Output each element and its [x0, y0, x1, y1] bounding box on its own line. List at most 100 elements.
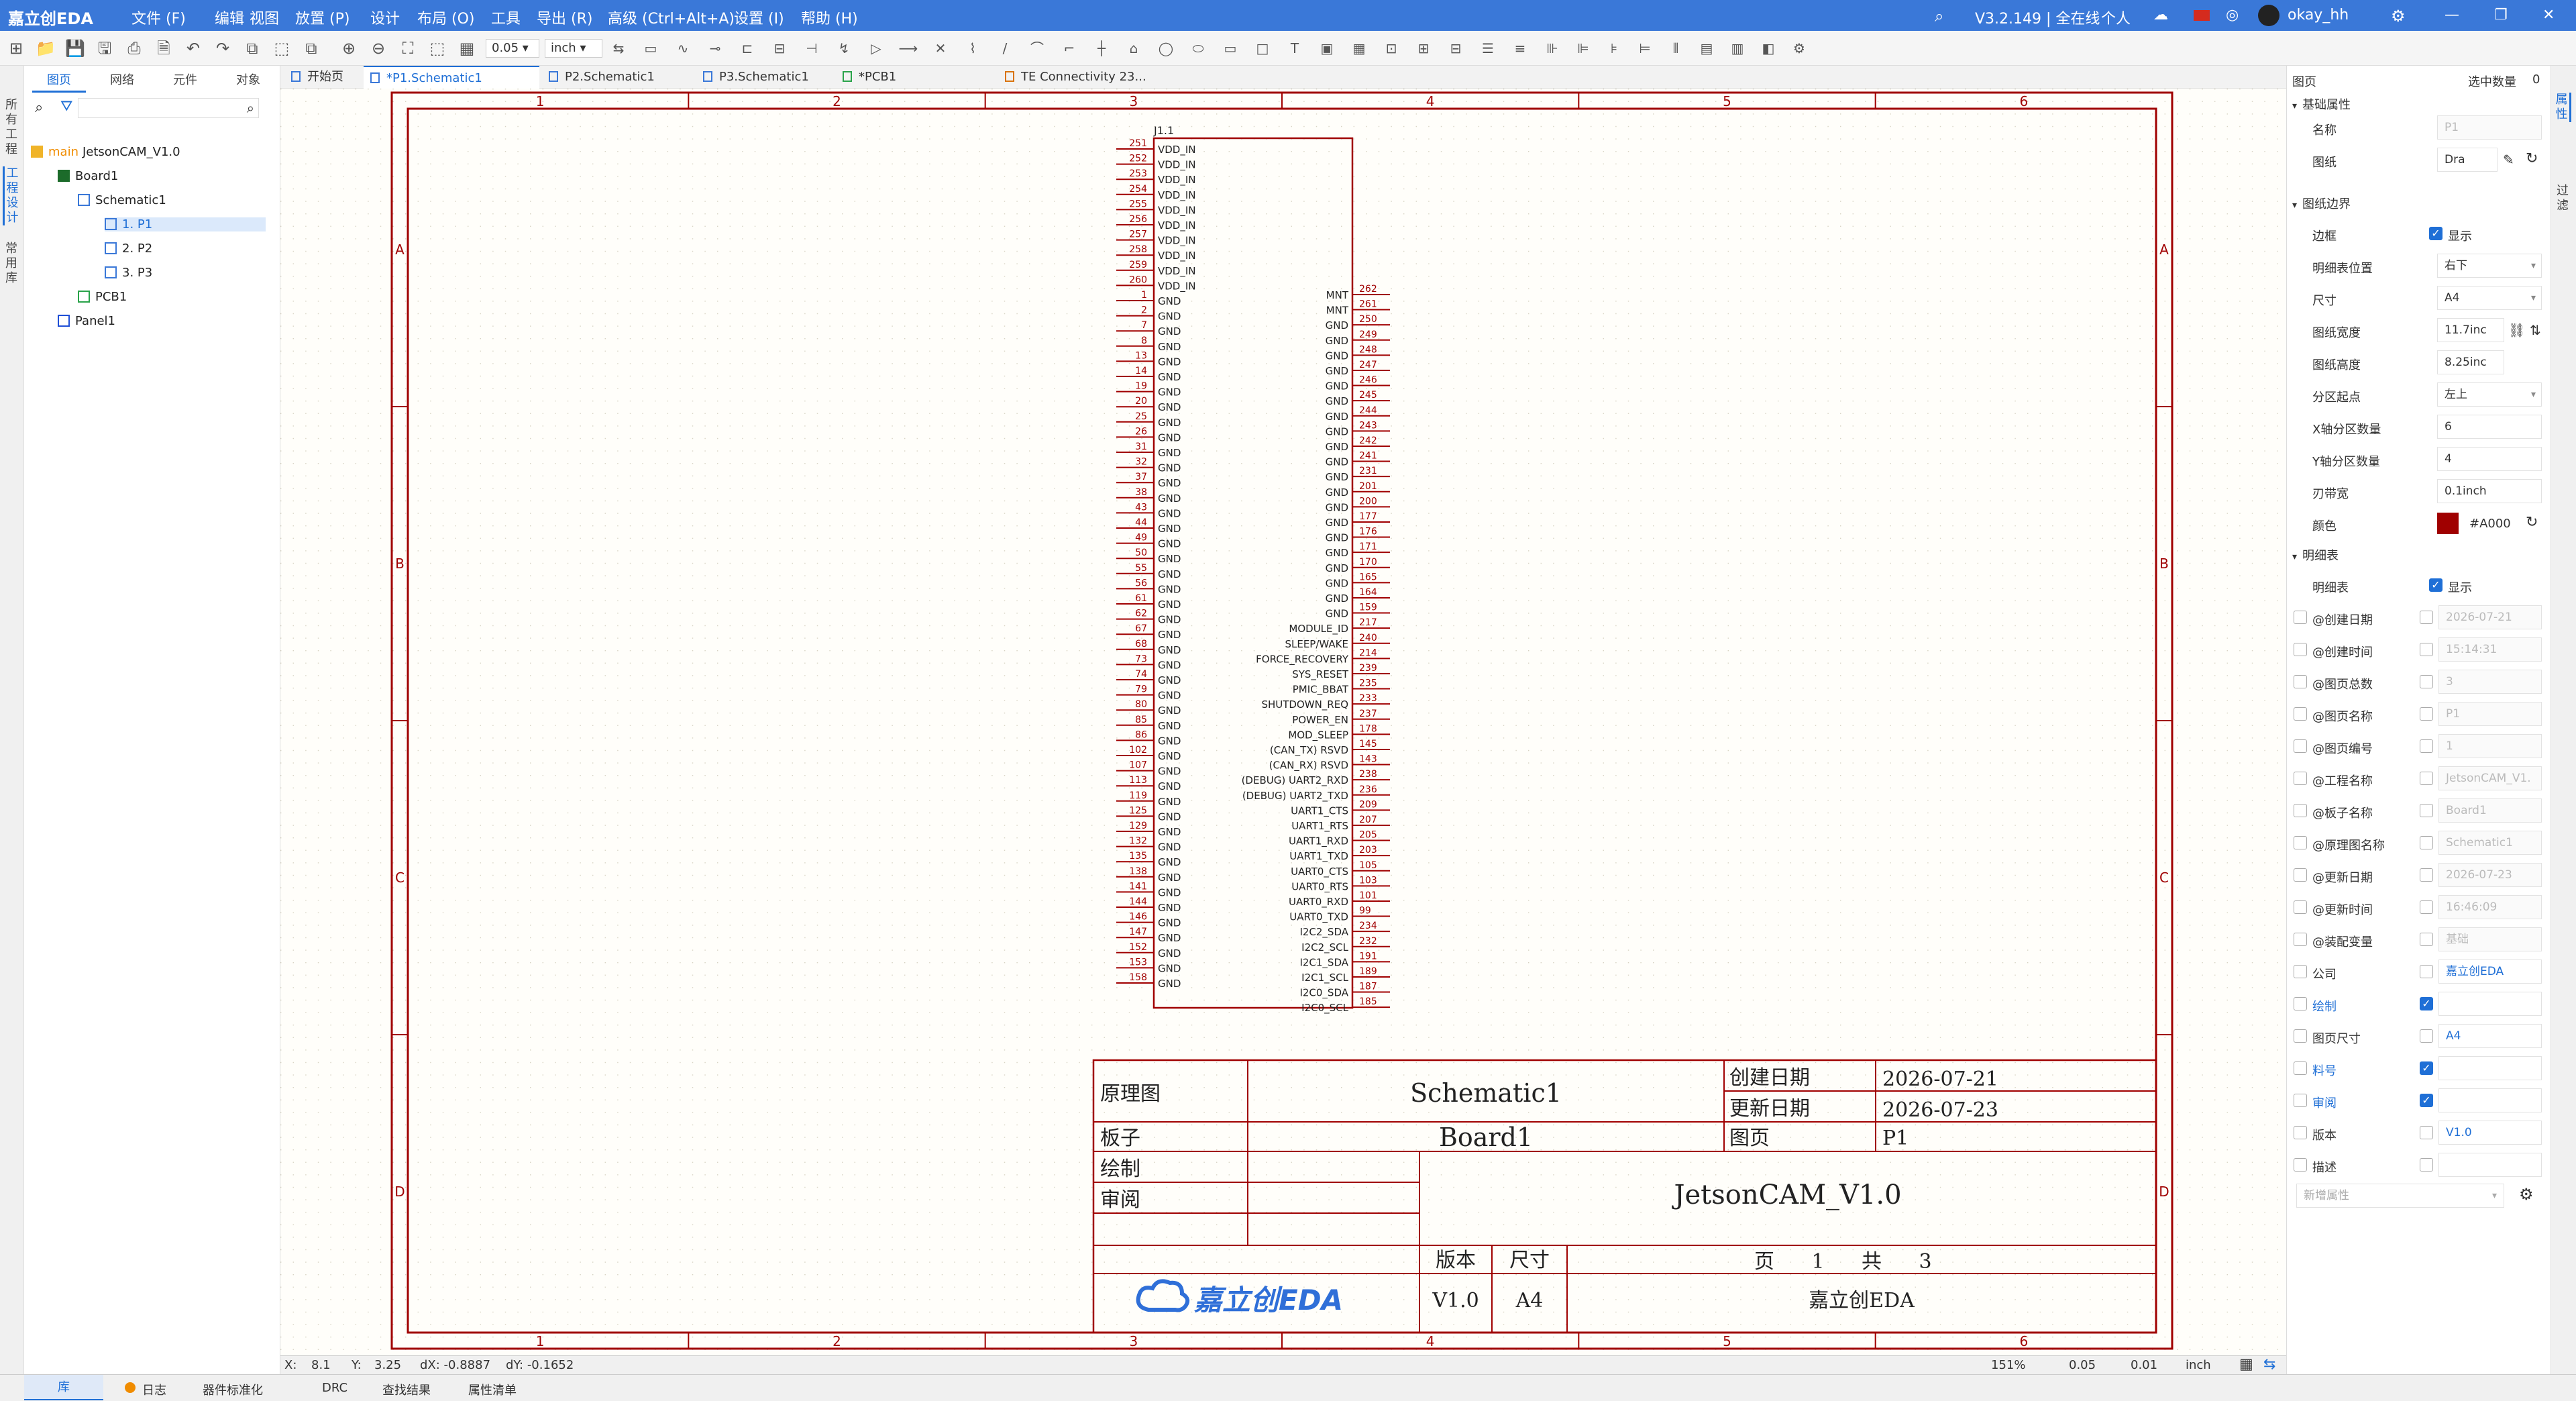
tab-filter[interactable]: 过滤	[2554, 184, 2571, 213]
tool-icon-5[interactable]: ⊟	[769, 38, 790, 59]
tool-icon-6[interactable]: ⊣	[801, 38, 822, 59]
doc-tab-2[interactable]: P2.Schematic1	[542, 66, 694, 89]
unit-readout[interactable]: inch	[2186, 1358, 2211, 1372]
field-value[interactable]: JetsonCAM_V1.	[2438, 766, 2542, 790]
tree-item[interactable]: 1. P1	[105, 217, 266, 231]
tree-item[interactable]: Board1	[58, 169, 118, 183]
tool-icon-0[interactable]: ⇆	[608, 38, 629, 59]
menu-item-9[interactable]: 设置 (I)	[734, 7, 784, 28]
tab-nets[interactable]: 网络	[95, 68, 149, 93]
tool-icon-22[interactable]: ▣	[1316, 38, 1338, 59]
tab-pages[interactable]: 图页	[32, 68, 86, 93]
field-show-checkbox[interactable]	[2420, 643, 2433, 656]
field-show-checkbox[interactable]	[2420, 900, 2433, 914]
cloud-icon[interactable]: ☁	[2153, 7, 2168, 23]
field-value[interactable]: 15:14:31	[2438, 637, 2542, 662]
tool-icon-12[interactable]: /	[994, 38, 1016, 59]
print-icon[interactable]: ⎙	[123, 38, 145, 59]
schematic-canvas[interactable]: 1 1 2 2 3 3 4 4 5 5 6 6 A A B B C C D D J1.1 251 VDD_IN 252 VDD_…	[280, 89, 2286, 1355]
grid-readout[interactable]: 0.05	[2069, 1358, 2096, 1372]
zoom-out-icon[interactable]: ⊖	[368, 38, 389, 59]
field-show-checkbox[interactable]	[2420, 772, 2433, 785]
open-icon[interactable]: 📁	[35, 38, 56, 59]
field-value[interactable]: 嘉立创EDA	[2438, 959, 2542, 984]
tool-icon-15[interactable]: ┼	[1091, 38, 1112, 59]
field-checkbox[interactable]	[2294, 868, 2307, 882]
field-value[interactable]: 2026-07-21	[2438, 605, 2542, 629]
property-value[interactable]: 4	[2437, 447, 2542, 471]
copy-icon[interactable]: 🗎	[153, 38, 174, 59]
search-icon[interactable]: ⌕	[1935, 7, 1943, 25]
field-show-checkbox[interactable]: ✓	[2420, 1094, 2433, 1107]
avatar[interactable]	[2258, 5, 2279, 26]
tool-icon-2[interactable]: ∿	[672, 38, 694, 59]
field-value[interactable]: A4	[2438, 1024, 2542, 1048]
tree-item[interactable]: 3. P3	[105, 266, 152, 280]
menu-item-1[interactable]: 编辑	[215, 7, 244, 28]
tab-components[interactable]: 元件	[158, 68, 212, 93]
tool-icon-36[interactable]: ◧	[1758, 38, 1779, 59]
field-value[interactable]	[2438, 1088, 2542, 1112]
tool-icon-32[interactable]: ⊨	[1634, 38, 1656, 59]
field-value[interactable]	[2438, 1056, 2542, 1080]
menu-item-6[interactable]: 工具	[491, 7, 521, 28]
tool-icon-19[interactable]: ▭	[1220, 38, 1241, 59]
tool-icon-34[interactable]: ▤	[1696, 38, 1717, 59]
menu-item-3[interactable]: 放置 (P)	[295, 7, 350, 28]
field-value[interactable]: V1.0	[2438, 1121, 2542, 1145]
field-value[interactable]: Board1	[2438, 798, 2542, 823]
menu-item-10[interactable]: 帮助 (H)	[801, 7, 858, 28]
menu-item-0[interactable]: 文件 (F)	[131, 7, 186, 28]
tool-icon-31[interactable]: ⊧	[1603, 38, 1625, 59]
field-value[interactable]: 3	[2438, 670, 2542, 694]
tab-log[interactable]: 日志	[142, 1381, 166, 1398]
flag-icon[interactable]	[2194, 10, 2210, 21]
tool-icon-10[interactable]: ✕	[930, 38, 951, 59]
tree-search-input[interactable]: ⌕	[78, 98, 259, 118]
tool-icon-21[interactable]: T	[1284, 38, 1305, 59]
swap-icon[interactable]: ⇅	[2530, 322, 2541, 338]
field-checkbox[interactable]	[2294, 1158, 2307, 1172]
tool-icon-9[interactable]: ⟶	[898, 38, 919, 59]
tool-icon-23[interactable]: ▦	[1348, 38, 1370, 59]
snap-icon[interactable]: ⇆	[2263, 1356, 2275, 1373]
field-checkbox[interactable]	[2294, 933, 2307, 946]
field-value[interactable]: P1	[2438, 702, 2542, 726]
property-value[interactable]: 8.25inc	[2437, 350, 2504, 374]
tab-all-projects[interactable]: 所有工程	[3, 98, 20, 157]
redo-icon[interactable]: ↷	[212, 38, 233, 59]
lock-ratio-icon[interactable]: ⛓	[2508, 322, 2525, 338]
tab-objects[interactable]: 对象	[221, 68, 275, 93]
grid-icon[interactable]: ▦	[2239, 1356, 2253, 1373]
zoom-in-icon[interactable]: ⊕	[338, 38, 360, 59]
minimize-icon[interactable]: —	[2445, 7, 2459, 23]
field-show-checkbox[interactable]	[2420, 933, 2433, 946]
headset-icon[interactable]: ◎	[2226, 7, 2239, 23]
property-value[interactable]: 右下 ▾	[2437, 254, 2542, 278]
section-border[interactable]: ▾ 图纸边界	[2292, 195, 2351, 215]
tool-icon-8[interactable]: ▷	[865, 38, 887, 59]
field-show-checkbox[interactable]	[2420, 1126, 2433, 1139]
refresh-icon[interactable]: ↻	[2526, 514, 2538, 531]
doc-tab-3[interactable]: P3.Schematic1	[696, 66, 833, 89]
field-value[interactable]: Schematic1	[2438, 831, 2542, 855]
field-show-checkbox[interactable]	[2420, 868, 2433, 882]
field-checkbox[interactable]	[2294, 611, 2307, 624]
tool-icon-24[interactable]: ⊡	[1381, 38, 1402, 59]
field-show-checkbox[interactable]	[2420, 836, 2433, 849]
field-value[interactable]	[2438, 992, 2542, 1016]
tab-project-design[interactable]: 工程设计	[3, 166, 20, 225]
tab-property-list[interactable]: 属性清单	[468, 1381, 517, 1398]
field-checkbox[interactable]	[2294, 772, 2307, 785]
title-block-checkbox[interactable]: ✓	[2429, 578, 2443, 592]
save-all-icon[interactable]: 🖫	[94, 38, 115, 59]
tree-item[interactable]: 2. P2	[105, 242, 152, 256]
save-icon[interactable]: 💾	[64, 38, 86, 59]
field-checkbox[interactable]	[2294, 707, 2307, 721]
property-value[interactable]: 6	[2437, 415, 2542, 439]
tree-item[interactable]: Panel1	[58, 314, 115, 328]
settings-icon[interactable]: ⚙	[2391, 7, 2406, 25]
field-checkbox[interactable]	[2294, 1061, 2307, 1075]
tool-icon-7[interactable]: ↯	[833, 38, 855, 59]
personal-dropdown[interactable]: 个人	[2101, 7, 2131, 28]
